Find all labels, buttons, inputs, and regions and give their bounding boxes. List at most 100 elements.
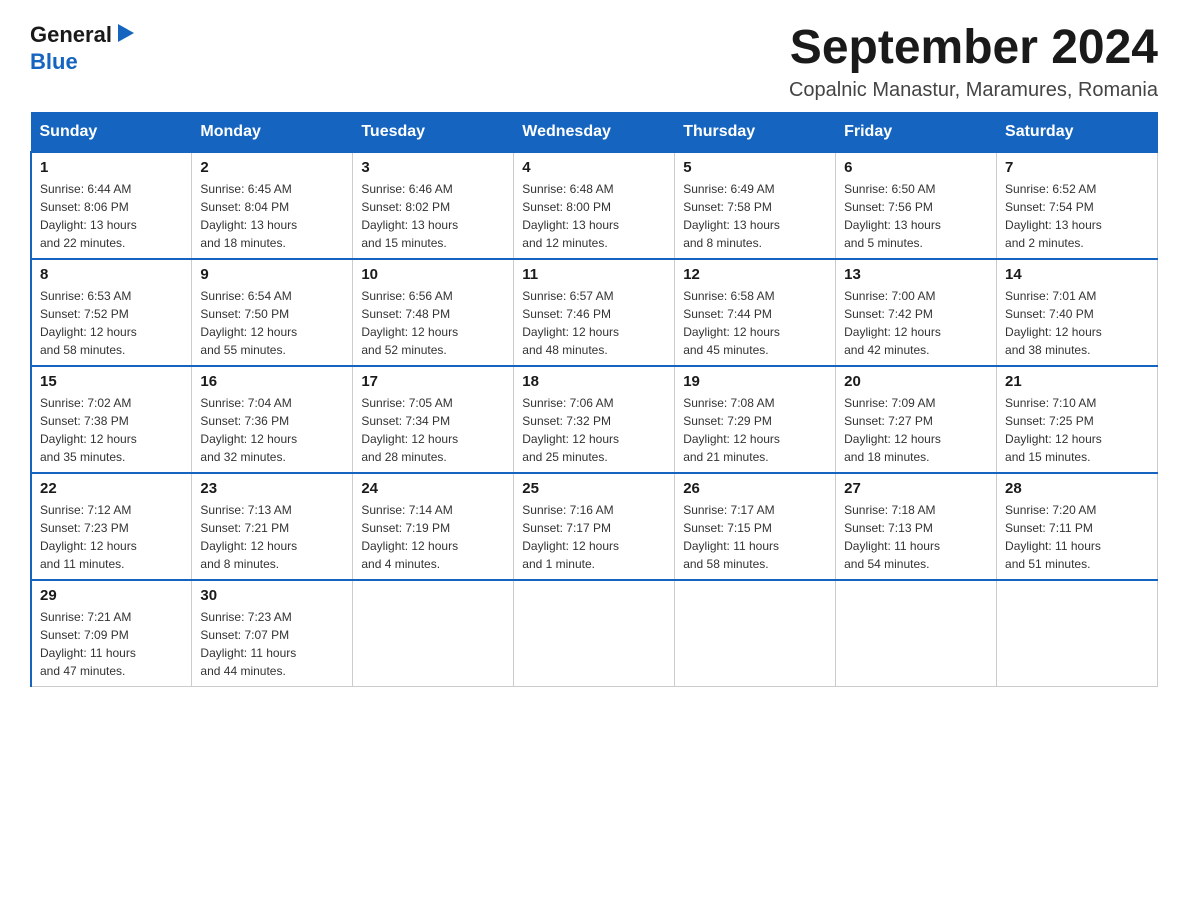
day-info: Sunrise: 6:58 AMSunset: 7:44 PMDaylight:…: [683, 287, 827, 359]
day-number: 11: [522, 266, 666, 283]
day-info: Sunrise: 7:10 AMSunset: 7:25 PMDaylight:…: [1005, 394, 1149, 466]
calendar-day-cell: 18 Sunrise: 7:06 AMSunset: 7:32 PMDayligh…: [514, 366, 675, 473]
day-header-wednesday: Wednesday: [514, 113, 675, 153]
calendar-day-cell: 8 Sunrise: 6:53 AMSunset: 7:52 PMDaylight…: [31, 259, 192, 366]
calendar-day-cell: 27 Sunrise: 7:18 AMSunset: 7:13 PMDayligh…: [836, 473, 997, 580]
location-subtitle: Copalnic Manastur, Maramures, Romania: [789, 79, 1158, 102]
calendar-day-cell: 30 Sunrise: 7:23 AMSunset: 7:07 PMDayligh…: [192, 580, 353, 687]
calendar-day-cell: 6Sunrise: 6:50 AMSunset: 7:56 PMDaylight…: [836, 152, 997, 259]
day-info: Sunrise: 7:18 AMSunset: 7:13 PMDaylight:…: [844, 501, 988, 573]
calendar-week-row: 29Sunrise: 7:21 AMSunset: 7:09 PMDayligh…: [31, 580, 1158, 687]
day-info: Sunrise: 7:05 AMSunset: 7:34 PMDaylight:…: [361, 394, 505, 466]
day-info: Sunrise: 7:13 AMSunset: 7:21 PMDaylight:…: [200, 501, 344, 573]
calendar-week-row: 8 Sunrise: 6:53 AMSunset: 7:52 PMDaylight…: [31, 259, 1158, 366]
day-header-saturday: Saturday: [997, 113, 1158, 153]
day-info: Sunrise: 7:00 AMSunset: 7:42 PMDaylight:…: [844, 287, 988, 359]
day-number: 24: [361, 480, 505, 497]
day-info: Sunrise: 7:23 AMSunset: 7:07 PMDaylight:…: [200, 608, 344, 680]
day-number: 20: [844, 373, 988, 390]
day-number: 5: [683, 159, 827, 176]
day-number: 23: [200, 480, 344, 497]
day-number: 8: [40, 266, 183, 283]
title-section: September 2024 Copalnic Manastur, Maramu…: [789, 20, 1158, 102]
day-header-thursday: Thursday: [675, 113, 836, 153]
calendar-table: SundayMondayTuesdayWednesdayThursdayFrid…: [30, 112, 1158, 687]
calendar-week-row: 15 Sunrise: 7:02 AMSunset: 7:38 PMDayligh…: [31, 366, 1158, 473]
month-title: September 2024: [789, 20, 1158, 75]
calendar-day-cell: 17 Sunrise: 7:05 AMSunset: 7:34 PMDayligh…: [353, 366, 514, 473]
day-info: Sunrise: 7:02 AMSunset: 7:38 PMDaylight:…: [40, 394, 183, 466]
day-number: 12: [683, 266, 827, 283]
calendar-day-cell: 5Sunrise: 6:49 AMSunset: 7:58 PMDaylight…: [675, 152, 836, 259]
day-info: Sunrise: 7:06 AMSunset: 7:32 PMDaylight:…: [522, 394, 666, 466]
day-info: Sunrise: 7:01 AMSunset: 7:40 PMDaylight:…: [1005, 287, 1149, 359]
calendar-day-cell: 13 Sunrise: 7:00 AMSunset: 7:42 PMDayligh…: [836, 259, 997, 366]
day-header-monday: Monday: [192, 113, 353, 153]
calendar-day-cell: 23 Sunrise: 7:13 AMSunset: 7:21 PMDayligh…: [192, 473, 353, 580]
day-info: Sunrise: 6:57 AMSunset: 7:46 PMDaylight:…: [522, 287, 666, 359]
day-info: Sunrise: 6:48 AMSunset: 8:00 PMDaylight:…: [522, 180, 666, 252]
logo-general: General: [30, 22, 112, 48]
day-number: 3: [361, 159, 505, 176]
day-number: 15: [40, 373, 183, 390]
calendar-day-cell: 12 Sunrise: 6:58 AMSunset: 7:44 PMDayligh…: [675, 259, 836, 366]
day-number: 19: [683, 373, 827, 390]
day-info: Sunrise: 6:54 AMSunset: 7:50 PMDaylight:…: [200, 287, 344, 359]
day-info: Sunrise: 6:50 AMSunset: 7:56 PMDaylight:…: [844, 180, 988, 252]
calendar-day-cell: 24 Sunrise: 7:14 AMSunset: 7:19 PMDayligh…: [353, 473, 514, 580]
logo: General Blue: [30, 20, 136, 75]
calendar-day-cell: 3 Sunrise: 6:46 AMSunset: 8:02 PMDaylight…: [353, 152, 514, 259]
calendar-day-cell: 10Sunrise: 6:56 AMSunset: 7:48 PMDayligh…: [353, 259, 514, 366]
calendar-week-row: 22 Sunrise: 7:12 AMSunset: 7:23 PMDayligh…: [31, 473, 1158, 580]
calendar-day-cell: 15 Sunrise: 7:02 AMSunset: 7:38 PMDayligh…: [31, 366, 192, 473]
calendar-day-cell: 29Sunrise: 7:21 AMSunset: 7:09 PMDayligh…: [31, 580, 192, 687]
calendar-day-cell: [514, 580, 675, 687]
day-info: Sunrise: 6:46 AMSunset: 8:02 PMDaylight:…: [361, 180, 505, 252]
day-number: 14: [1005, 266, 1149, 283]
day-number: 17: [361, 373, 505, 390]
day-number: 30: [200, 587, 344, 604]
day-number: 25: [522, 480, 666, 497]
calendar-day-cell: 19 Sunrise: 7:08 AMSunset: 7:29 PMDayligh…: [675, 366, 836, 473]
calendar-day-cell: [353, 580, 514, 687]
calendar-day-cell: [997, 580, 1158, 687]
day-number: 2: [200, 159, 344, 176]
day-info: Sunrise: 6:45 AMSunset: 8:04 PMDaylight:…: [200, 180, 344, 252]
day-header-sunday: Sunday: [31, 113, 192, 153]
calendar-day-cell: 21 Sunrise: 7:10 AMSunset: 7:25 PMDayligh…: [997, 366, 1158, 473]
calendar-day-cell: 28 Sunrise: 7:20 AMSunset: 7:11 PMDayligh…: [997, 473, 1158, 580]
day-number: 21: [1005, 373, 1149, 390]
day-info: Sunrise: 7:04 AMSunset: 7:36 PMDaylight:…: [200, 394, 344, 466]
day-number: 13: [844, 266, 988, 283]
day-number: 4: [522, 159, 666, 176]
calendar-day-cell: 4 Sunrise: 6:48 AMSunset: 8:00 PMDaylight…: [514, 152, 675, 259]
calendar-day-cell: 7Sunrise: 6:52 AMSunset: 7:54 PMDaylight…: [997, 152, 1158, 259]
day-number: 26: [683, 480, 827, 497]
calendar-day-cell: [675, 580, 836, 687]
day-number: 1: [40, 159, 183, 176]
day-number: 27: [844, 480, 988, 497]
day-number: 10: [361, 266, 505, 283]
logo-arrow-icon: [114, 22, 136, 44]
day-info: Sunrise: 7:20 AMSunset: 7:11 PMDaylight:…: [1005, 501, 1149, 573]
day-info: Sunrise: 6:53 AMSunset: 7:52 PMDaylight:…: [40, 287, 183, 359]
logo-blue: Blue: [30, 49, 78, 75]
day-number: 16: [200, 373, 344, 390]
day-header-friday: Friday: [836, 113, 997, 153]
day-info: Sunrise: 7:14 AMSunset: 7:19 PMDaylight:…: [361, 501, 505, 573]
day-info: Sunrise: 6:52 AMSunset: 7:54 PMDaylight:…: [1005, 180, 1149, 252]
day-info: Sunrise: 7:08 AMSunset: 7:29 PMDaylight:…: [683, 394, 827, 466]
calendar-day-cell: 16 Sunrise: 7:04 AMSunset: 7:36 PMDayligh…: [192, 366, 353, 473]
day-info: Sunrise: 7:12 AMSunset: 7:23 PMDaylight:…: [40, 501, 183, 573]
day-number: 29: [40, 587, 183, 604]
day-number: 18: [522, 373, 666, 390]
calendar-day-cell: 14 Sunrise: 7:01 AMSunset: 7:40 PMDayligh…: [997, 259, 1158, 366]
day-header-tuesday: Tuesday: [353, 113, 514, 153]
day-number: 22: [40, 480, 183, 497]
day-number: 28: [1005, 480, 1149, 497]
calendar-day-cell: 9Sunrise: 6:54 AMSunset: 7:50 PMDaylight…: [192, 259, 353, 366]
day-info: Sunrise: 7:16 AMSunset: 7:17 PMDaylight:…: [522, 501, 666, 573]
calendar-week-row: 1Sunrise: 6:44 AMSunset: 8:06 PMDaylight…: [31, 152, 1158, 259]
calendar-day-cell: 20Sunrise: 7:09 AMSunset: 7:27 PMDayligh…: [836, 366, 997, 473]
calendar-day-cell: 25 Sunrise: 7:16 AMSunset: 7:17 PMDayligh…: [514, 473, 675, 580]
